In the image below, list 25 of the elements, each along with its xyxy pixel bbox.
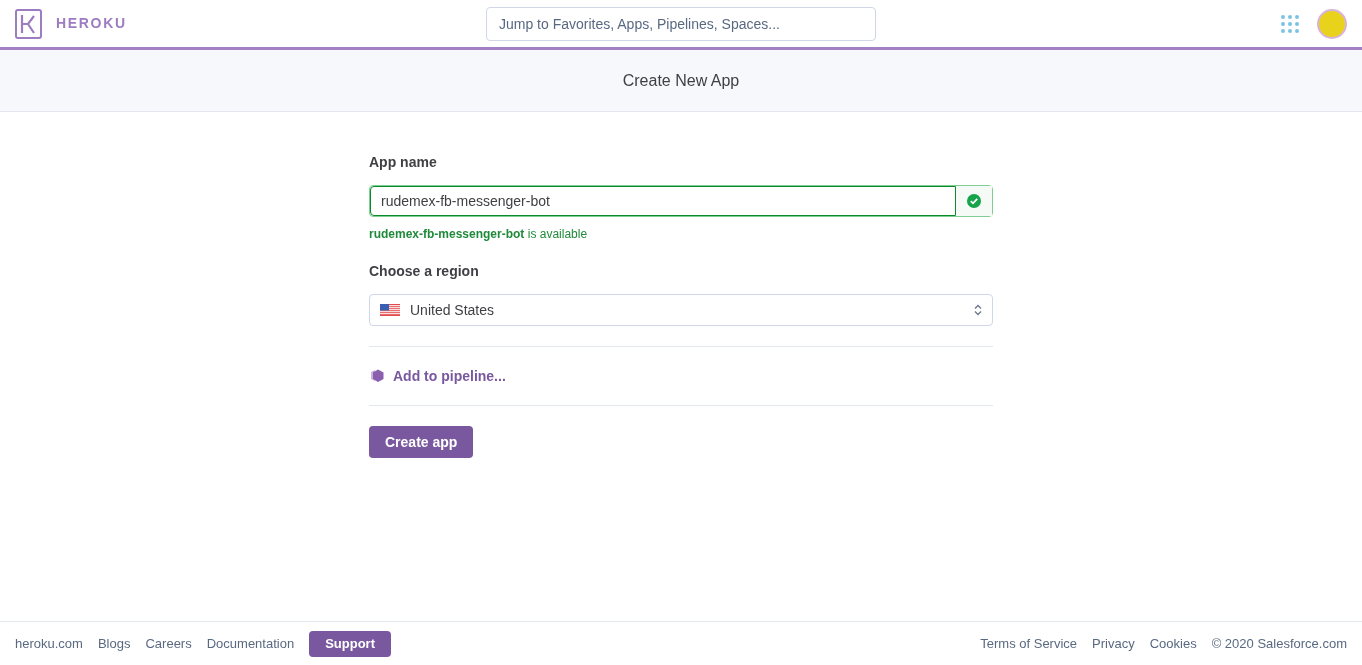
sort-caret-icon [974,304,982,316]
footer-link[interactable]: Documentation [206,633,295,654]
copyright-text: © 2020 Salesforce.com [1211,634,1347,653]
region-select[interactable]: United States [369,294,993,326]
logo-text[interactable]: HEROKU [56,13,127,34]
footer-link[interactable]: Terms of Service [980,633,1078,654]
availability-message: rudemex-fb-messenger-bot is available [369,226,589,243]
footer-link[interactable]: Privacy [1092,633,1135,654]
footer-link[interactable]: Blogs [97,633,131,654]
flag-icon [380,304,400,316]
footer-link[interactable]: Cookies [1149,633,1197,654]
footer-link[interactable]: heroku.com [15,633,83,654]
search-field[interactable]: Jump to Favorites, Apps, Pipelines, Spaces... [486,6,876,41]
footer-link[interactable]: Careers [145,633,192,654]
logo-icon[interactable] [15,8,42,39]
support-button[interactable]: Support [309,630,391,657]
apps-grid-icon[interactable] [1281,14,1299,33]
field-label: Choose a region [369,262,480,281]
pipeline-icon [369,368,385,384]
add-pipeline-link[interactable]: Add to pipeline... [393,365,506,387]
check-icon [967,194,981,208]
page-title: Create New App [622,70,740,91]
field-label: App name [369,153,438,172]
avatar[interactable] [1317,8,1347,39]
create-app-button[interactable]: Create app [369,426,474,458]
